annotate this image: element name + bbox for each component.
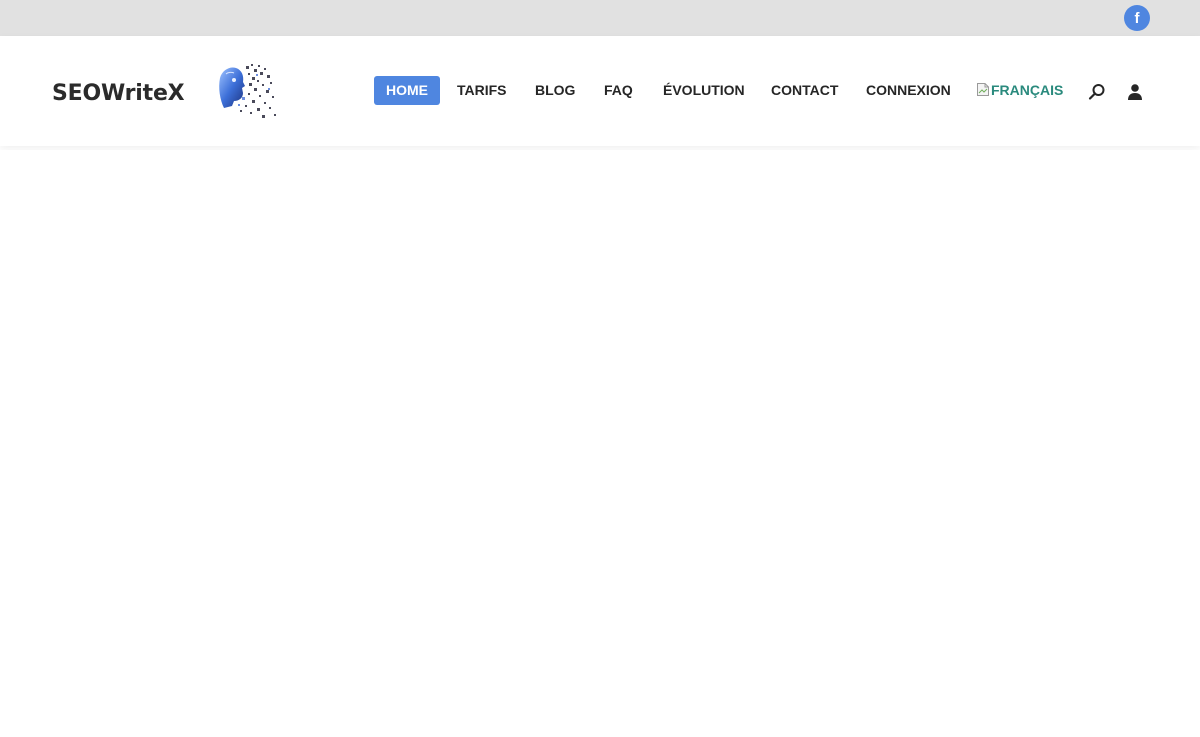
top-bar: f <box>0 0 1200 36</box>
nav-item-tarifs[interactable]: TARIFS <box>457 76 507 105</box>
language-switcher[interactable]: FRANÇAIS <box>976 76 1063 105</box>
language-label: FRANÇAIS <box>991 82 1064 98</box>
nav-item-connexion[interactable]: CONNEXION <box>866 76 951 105</box>
page-content <box>0 150 1200 737</box>
search-icon[interactable] <box>1088 83 1106 101</box>
broken-image-icon <box>977 83 989 96</box>
user-icon[interactable] <box>1126 83 1144 101</box>
nav-item-evolution[interactable]: ÉVOLUTION <box>663 76 745 105</box>
nav-item-faq[interactable]: FAQ <box>604 76 633 105</box>
nav-item-blog[interactable]: BLOG <box>535 76 575 105</box>
nav-item-contact[interactable]: CONTACT <box>771 76 838 105</box>
facebook-button[interactable]: f <box>1124 5 1150 31</box>
facebook-icon: f <box>1134 10 1140 27</box>
main-navigation: HOME TARIFS BLOG FAQ ÉVOLUTION CONTACT C… <box>0 76 1200 106</box>
nav-item-home[interactable]: HOME <box>374 76 440 105</box>
site-header: SEOWriteX HOME TARIFS BLOG FAQ ÉVOLUTION… <box>0 36 1200 146</box>
